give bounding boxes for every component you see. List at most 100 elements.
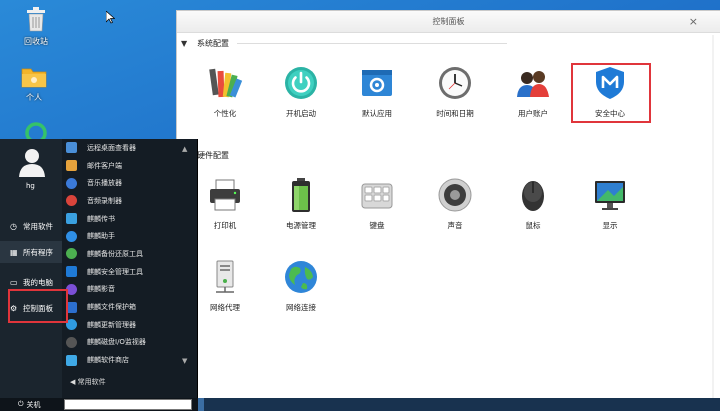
cp-item-printer[interactable]: 打印机 — [197, 177, 253, 231]
default-app-icon — [362, 70, 392, 96]
start-menu-sidebar: hg ◷ 常用软件 ▦ 所有程序 ▭ 我的电脑 ⚙ 控制面板 — [0, 139, 62, 398]
cp-item-network-proxy[interactable]: 网络代理 — [197, 259, 253, 313]
start-menu: hg ◷ 常用软件 ▦ 所有程序 ▭ 我的电脑 ⚙ 控制面板 远程桌面查看器 邮… — [0, 139, 198, 398]
cp-item-date-time[interactable]: 时间和日期 — [427, 65, 483, 119]
sidebar-item-common-software[interactable]: ◷ 常用软件 — [0, 215, 62, 237]
cp-item-label: 用户账户 — [518, 109, 548, 118]
desktop-icon-trash[interactable]: 回收站 — [16, 6, 56, 47]
list-item-music-player[interactable]: 音乐播放器 — [66, 174, 182, 192]
search-input[interactable] — [64, 399, 192, 410]
cp-item-personalize[interactable]: 个性化 — [197, 65, 253, 119]
cp-item-label: 键盘 — [369, 221, 385, 230]
cp-item-label: 网络连接 — [286, 303, 316, 312]
list-item-audio-recorder[interactable]: 音频录制器 — [66, 192, 182, 210]
assistant-icon — [66, 230, 77, 242]
list-item-kylin-video[interactable]: 麒麟影音 — [66, 281, 182, 299]
close-icon[interactable]: × — [689, 11, 698, 33]
cp-item-user-accounts[interactable]: 用户账户 — [505, 65, 561, 119]
window-titlebar[interactable]: 控制面板 × — [177, 11, 720, 33]
backup-icon — [66, 248, 77, 260]
cp-item-network-connection[interactable]: 网络连接 — [273, 259, 329, 313]
store-icon — [66, 354, 77, 366]
back-to-common-software[interactable]: ◀ 常用软件 — [70, 377, 106, 387]
browser-icon — [25, 122, 47, 144]
user-name: hg — [26, 182, 35, 190]
highlight-security-center — [571, 63, 651, 123]
cp-item-label: 网络代理 — [210, 303, 240, 312]
cp-item-default-apps[interactable]: 默认应用 — [349, 65, 405, 119]
microphone-icon — [66, 195, 77, 207]
watermark: 知乎 @孙风 — [588, 373, 679, 393]
scroll-up-icon[interactable]: ▲ — [182, 145, 187, 153]
cp-item-startup[interactable]: 开机启动 — [273, 65, 329, 119]
battery-icon — [292, 178, 310, 212]
list-item-label: 麒麟安全管理工具 — [87, 267, 143, 276]
cp-item-label: 打印机 — [213, 221, 237, 230]
section-system-config[interactable]: ▼ 系统配置 — [181, 37, 507, 49]
taskbar-strip — [198, 398, 204, 411]
section-divider — [237, 42, 507, 44]
app-list: 远程桌面查看器 邮件客户端 音乐播放器 音频录制器 麒麟传书 麒麟助手 麒麟备份… — [66, 139, 182, 369]
list-item-label: 音频录制器 — [87, 196, 122, 205]
cp-item-label: 声音 — [447, 221, 463, 230]
folder-icon — [21, 68, 47, 88]
printer-icon — [210, 179, 240, 211]
music-icon — [66, 177, 77, 189]
list-item-kylin-disk-io-monitor[interactable]: 麒麟磁盘I/O监视器 — [66, 334, 182, 352]
cp-item-power-management[interactable]: 电源管理 — [273, 177, 329, 231]
cp-item-label: 个性化 — [213, 109, 237, 118]
cp-item-sound[interactable]: 声音 — [427, 177, 483, 231]
personalize-icon — [209, 68, 243, 98]
collapse-arrow-icon[interactable]: ▼ — [181, 39, 197, 48]
list-item-kylin-update-manager[interactable]: 麒麟更新管理器 — [66, 316, 182, 334]
sidebar-item-label: 我的电脑 — [23, 277, 53, 287]
trash-icon — [27, 7, 45, 32]
clock-icon — [439, 67, 471, 99]
list-item-label: 邮件客户端 — [87, 161, 122, 170]
sidebar-item-label: 常用软件 — [23, 221, 53, 231]
desktop-icon-personal[interactable]: 个人 — [14, 66, 54, 103]
shutdown-button[interactable]: ⏻ 关机 — [18, 398, 41, 411]
cp-item-label: 开机启动 — [286, 109, 316, 118]
list-item-remote-desktop-viewer[interactable]: 远程桌面查看器 — [66, 139, 182, 157]
window-scrollbar[interactable] — [710, 35, 716, 407]
cp-item-mouse[interactable]: 鼠标 — [505, 177, 561, 231]
sidebar-item-label: 所有程序 — [23, 247, 53, 257]
cp-item-display[interactable]: 显示 — [582, 177, 638, 231]
control-panel-window: 控制面板 × ▼ 系统配置 个性化 开机启动 默认应用 时间和日期 用户账户 安… — [176, 10, 720, 411]
list-item-kylin-assistant[interactable]: 麒麟助手 — [66, 227, 182, 245]
list-item-kylin-security-tool[interactable]: 麒麟安全管理工具 — [66, 263, 182, 281]
list-item-label: 麒麟更新管理器 — [87, 320, 136, 329]
users-icon — [517, 71, 549, 97]
list-item-label: 麒麟文件保护箱 — [87, 303, 136, 312]
list-item-label: 麒麟影音 — [87, 285, 115, 294]
transfer-icon — [66, 213, 77, 225]
speaker-icon — [438, 178, 472, 212]
list-item-label: 音乐播放器 — [87, 179, 122, 188]
remote-desktop-icon — [66, 142, 77, 154]
cp-item-label: 时间和日期 — [436, 109, 474, 118]
avatar[interactable] — [16, 145, 48, 177]
mouse-icon — [522, 181, 544, 211]
highlight-control-panel — [8, 289, 68, 323]
list-item-label: 麒麟助手 — [87, 232, 115, 241]
grid-icon: ▦ — [10, 247, 18, 257]
list-item-mail-client[interactable]: 邮件客户端 — [66, 157, 182, 175]
cp-item-keyboard[interactable]: 键盘 — [349, 177, 405, 231]
list-item-label: 麒麟传书 — [87, 214, 115, 223]
keyboard-icon — [361, 183, 393, 209]
list-item-kylin-software-store[interactable]: 麒麟软件商店 — [66, 351, 182, 369]
list-item-kylin-transfer[interactable]: 麒麟传书 — [66, 210, 182, 228]
desktop-icon-label: 个人 — [26, 93, 42, 102]
list-item-kylin-file-vault[interactable]: 麒麟文件保护箱 — [66, 298, 182, 316]
computer-icon: ▭ — [10, 277, 18, 287]
section-title: 硬件配置 — [197, 150, 229, 160]
list-item-kylin-backup[interactable]: 麒麟备份还原工具 — [66, 245, 182, 263]
list-item-label: 远程桌面查看器 — [87, 143, 136, 152]
list-item-label: 麒麟磁盘I/O监视器 — [87, 338, 146, 347]
monitor-icon — [595, 181, 625, 210]
cp-item-label: 电源管理 — [286, 221, 316, 230]
sidebar-item-all-programs[interactable]: ▦ 所有程序 — [0, 241, 62, 263]
gear-icon — [66, 336, 77, 348]
scroll-down-icon[interactable]: ▼ — [182, 357, 187, 365]
